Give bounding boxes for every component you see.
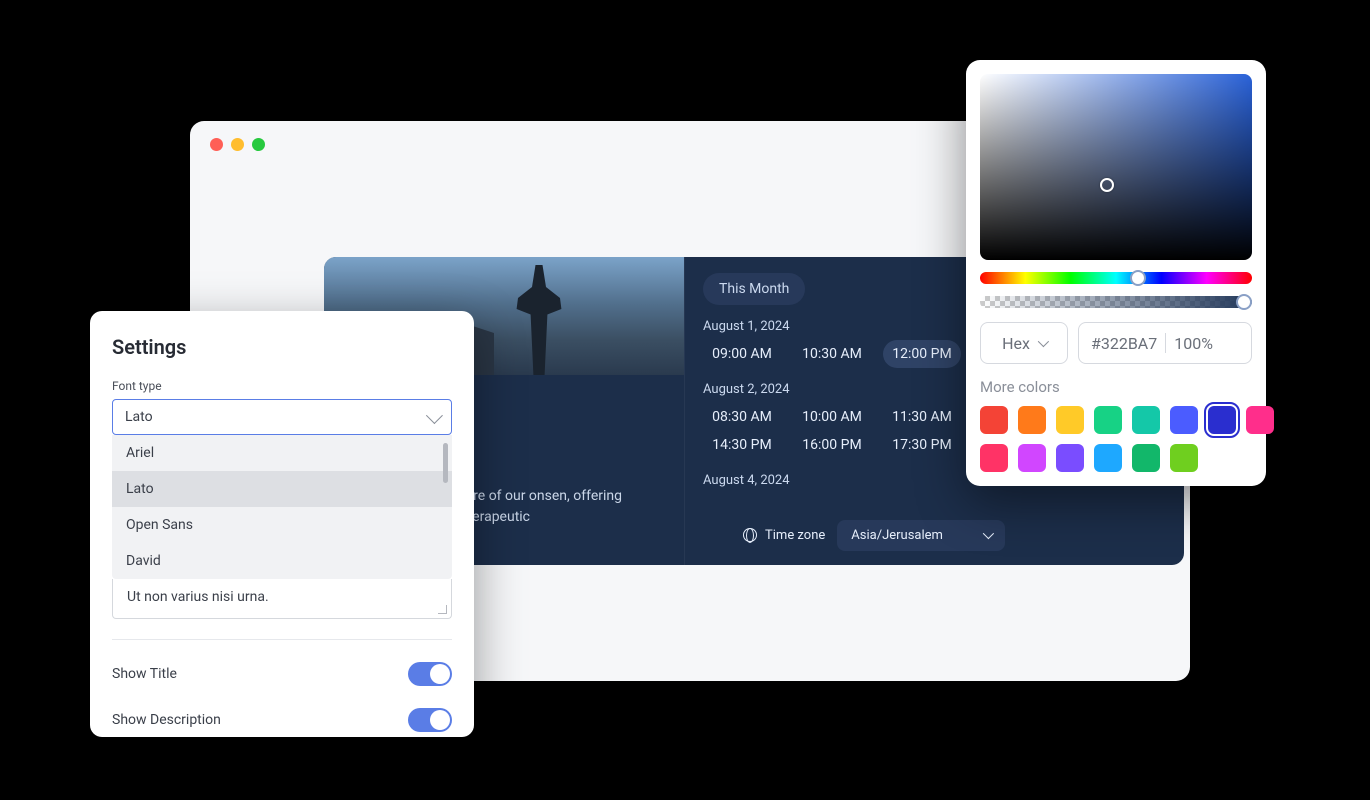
color-swatch[interactable]: [1170, 444, 1198, 472]
font-dropdown: ArielLatoOpen SansDavid: [112, 435, 452, 579]
color-swatch[interactable]: [1094, 406, 1122, 434]
textarea-value: Ut non varius nisi urna.: [127, 589, 269, 605]
timezone-label: Time zone: [743, 528, 825, 543]
chevron-down-icon: [426, 407, 443, 424]
format-row: Hex #322BA7 100%: [980, 322, 1252, 364]
description-textarea[interactable]: Ut non varius nisi urna.: [112, 579, 452, 619]
show-title-toggle[interactable]: [408, 662, 452, 686]
this-month-pill[interactable]: This Month: [703, 273, 805, 305]
time-slot[interactable]: 17:30 PM: [883, 431, 961, 459]
time-slot[interactable]: 16:00 PM: [793, 431, 871, 459]
color-swatch[interactable]: [980, 444, 1008, 472]
chevron-down-icon: [1038, 336, 1049, 347]
settings-panel: Settings Font type Lato ArielLatoOpen Sa…: [90, 311, 474, 737]
font-option[interactable]: Ariel: [112, 435, 452, 471]
window-maximize-button[interactable]: [252, 138, 265, 151]
alpha-slider[interactable]: [980, 296, 1252, 308]
alpha-thumb[interactable]: [1236, 294, 1252, 310]
window-minimize-button[interactable]: [231, 138, 244, 151]
hue-thumb[interactable]: [1130, 270, 1146, 286]
color-swatch[interactable]: [980, 406, 1008, 434]
more-colors-label: More colors: [980, 378, 1252, 396]
settings-title: Settings: [112, 335, 452, 359]
dropdown-scrollbar[interactable]: [443, 443, 448, 483]
time-slot[interactable]: 11:30 AM: [883, 403, 961, 431]
format-label: Hex: [1002, 334, 1030, 353]
timezone-select[interactable]: Asia/Jerusalem: [837, 520, 1005, 551]
font-option[interactable]: Open Sans: [112, 507, 452, 543]
color-swatch[interactable]: [1208, 406, 1236, 434]
time-slot[interactable]: 09:00 AM: [703, 340, 781, 368]
show-description-label: Show Description: [112, 712, 221, 728]
separator: [1165, 333, 1166, 353]
divider: [112, 639, 452, 640]
sv-cursor[interactable]: [1100, 178, 1114, 192]
timezone-label-text: Time zone: [765, 528, 825, 543]
hex-value: #322BA7: [1091, 334, 1157, 353]
font-option[interactable]: Lato: [112, 471, 452, 507]
opacity-value: 100%: [1174, 334, 1213, 353]
color-swatch[interactable]: [1018, 406, 1046, 434]
time-slot[interactable]: 10:30 AM: [793, 340, 871, 368]
color-value-field[interactable]: #322BA7 100%: [1078, 322, 1252, 364]
show-title-row: Show Title: [112, 662, 452, 686]
hero-lantern-silhouette: [504, 265, 574, 375]
window-close-button[interactable]: [210, 138, 223, 151]
color-swatch[interactable]: [1056, 406, 1084, 434]
font-type-label: Font type: [112, 379, 452, 393]
timezone-bar: Time zone Asia/Jerusalem: [703, 517, 1166, 565]
font-select-value: Lato: [125, 409, 153, 425]
color-swatch[interactable]: [1132, 406, 1160, 434]
chevron-down-icon: [983, 528, 994, 539]
color-swatch[interactable]: [1094, 444, 1122, 472]
time-slot[interactable]: 10:00 AM: [793, 403, 871, 431]
show-description-row: Show Description: [112, 708, 452, 732]
color-swatch[interactable]: [1056, 444, 1084, 472]
color-swatch[interactable]: [1246, 406, 1274, 434]
font-select[interactable]: Lato: [112, 399, 452, 435]
color-swatch[interactable]: [1018, 444, 1046, 472]
saturation-value-area[interactable]: [980, 74, 1252, 260]
time-slot[interactable]: 12:00 PM: [883, 340, 961, 368]
color-swatch[interactable]: [1132, 444, 1160, 472]
time-slot[interactable]: 14:30 PM: [703, 431, 781, 459]
show-description-toggle[interactable]: [408, 708, 452, 732]
color-picker-panel: Hex #322BA7 100% More colors: [966, 60, 1266, 486]
timezone-value: Asia/Jerusalem: [851, 528, 943, 543]
swatch-grid: [980, 406, 1252, 472]
font-option[interactable]: David: [112, 543, 452, 579]
show-title-label: Show Title: [112, 666, 177, 682]
color-swatch[interactable]: [1170, 406, 1198, 434]
time-slot[interactable]: 08:30 AM: [703, 403, 781, 431]
format-select[interactable]: Hex: [980, 322, 1068, 364]
globe-icon: [743, 528, 757, 542]
hue-slider[interactable]: [980, 272, 1252, 284]
